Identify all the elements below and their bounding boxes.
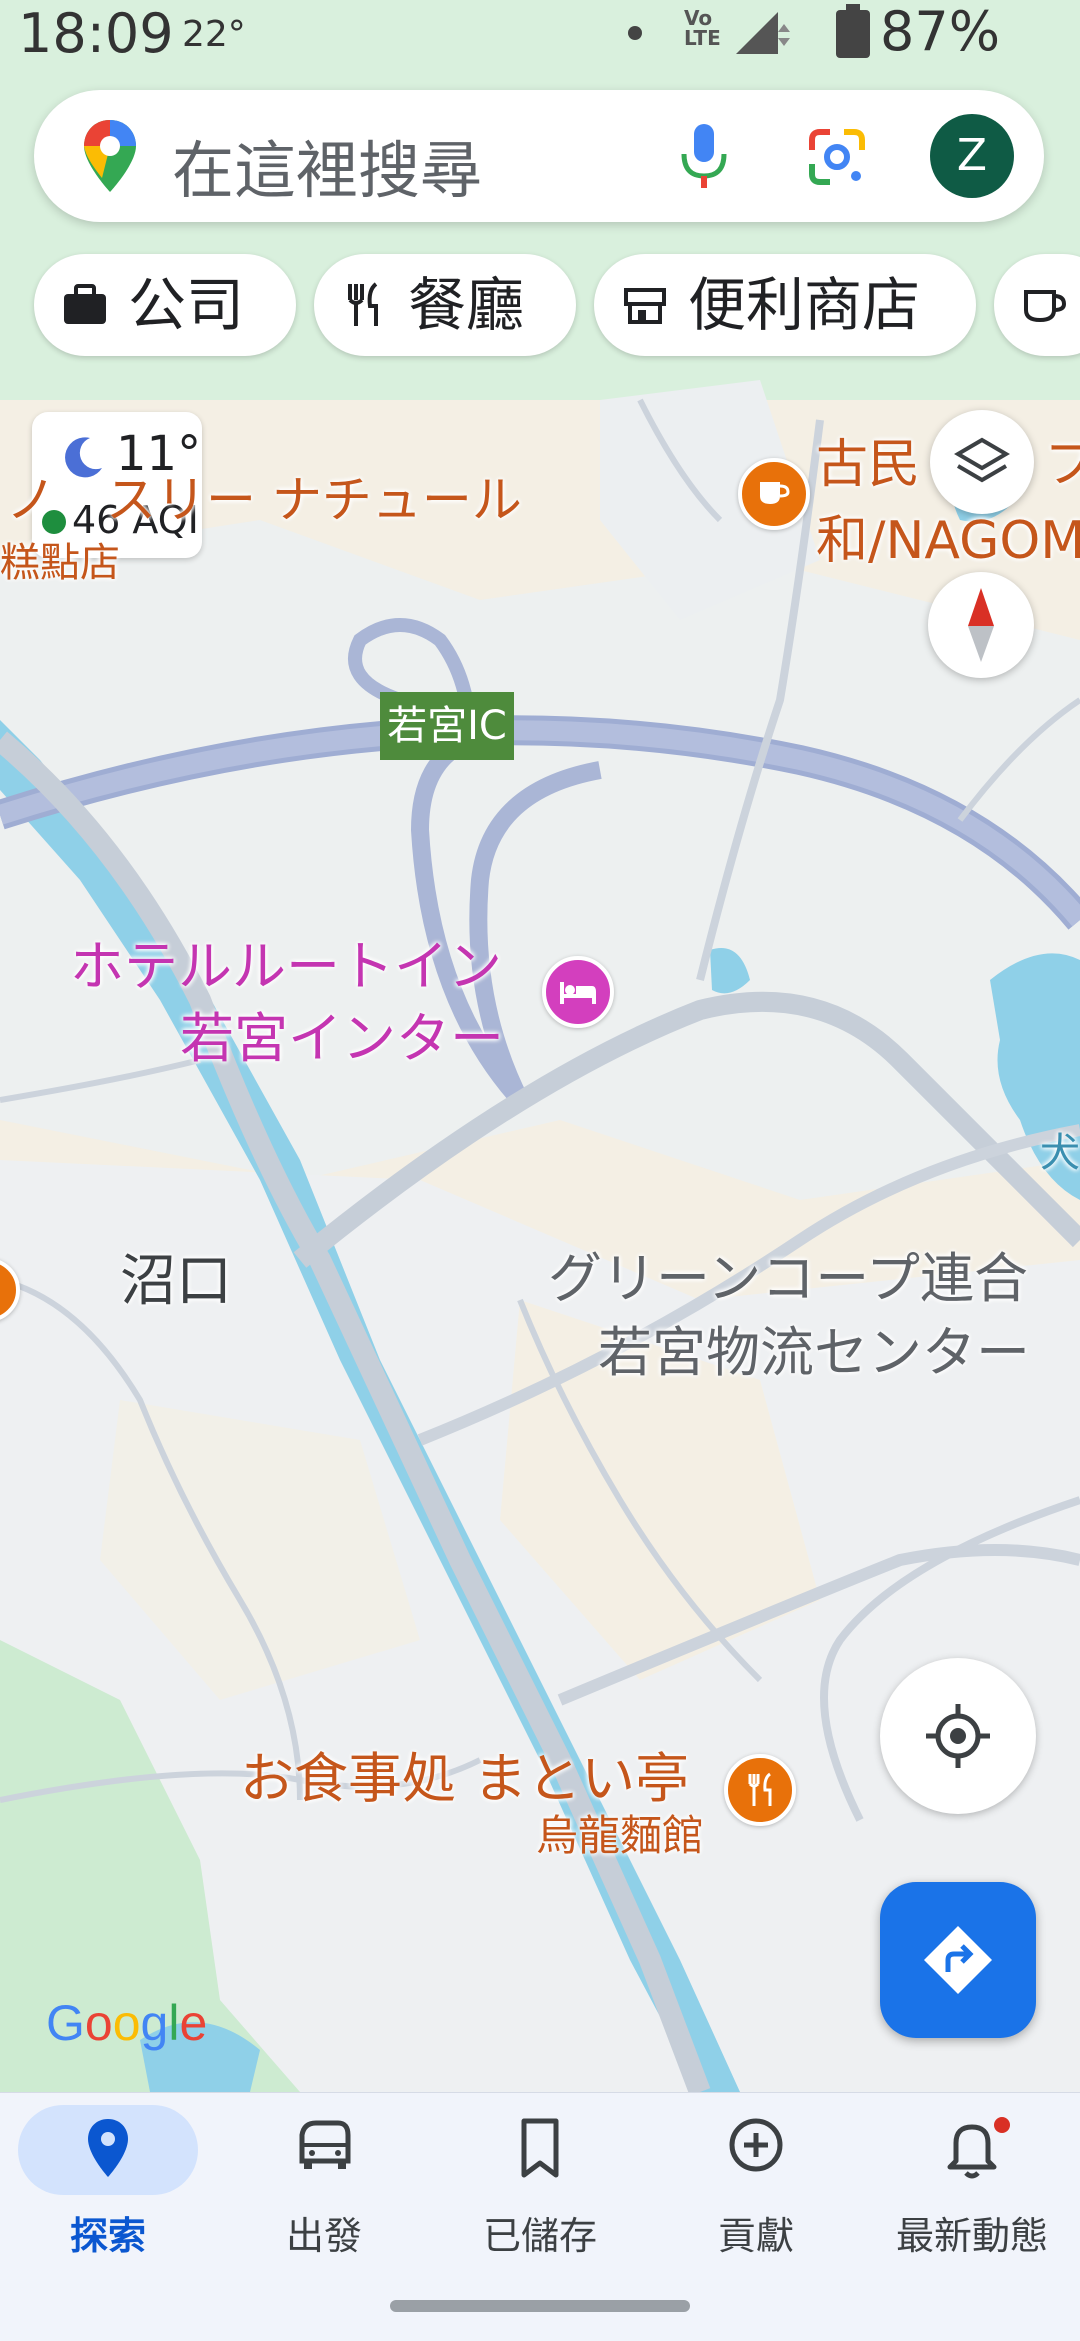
directions-button[interactable] xyxy=(880,1882,1036,2038)
nav-label: 探索 xyxy=(69,2214,146,2258)
battery-percent: 87% xyxy=(880,0,1001,63)
notification-badge xyxy=(994,2117,1010,2133)
chip-restaurants[interactable]: 餐廳 xyxy=(314,254,576,356)
notification-dot-icon xyxy=(628,26,642,40)
chip-label: 餐廳 xyxy=(408,271,525,339)
nav-contribute[interactable]: 貢獻 xyxy=(648,2093,864,2293)
chip-label: 便利商店 xyxy=(688,271,921,339)
chip-work[interactable]: 公司 xyxy=(34,254,296,356)
store-icon xyxy=(624,288,666,324)
fork-knife-icon xyxy=(748,1772,772,1806)
google-logo: Google xyxy=(46,1995,208,2051)
nav-explore[interactable]: 探索 xyxy=(0,2093,216,2293)
volte-icon: Vo LTE xyxy=(684,6,721,50)
my-location-button[interactable] xyxy=(880,1658,1036,1814)
mic-icon[interactable] xyxy=(674,122,734,190)
fork-knife-icon xyxy=(348,282,378,326)
nav-label: 已儲存 xyxy=(482,2214,597,2258)
compass-icon xyxy=(968,588,994,662)
poi-hotel-pin[interactable] xyxy=(542,956,614,1028)
briefcase-icon xyxy=(64,284,106,324)
nav-saved[interactable]: 已儲存 xyxy=(432,2093,648,2293)
map-label-cafe-partial[interactable]: ノ スリー ナチュール xyxy=(6,460,522,532)
directions-icon xyxy=(924,1926,992,1994)
bookmark-icon xyxy=(521,2118,559,2178)
nav-go[interactable]: 出發 xyxy=(216,2093,432,2293)
interchange-label[interactable]: 若宮IC xyxy=(380,692,514,760)
map-label-kominka[interactable]: 古民 xyxy=(816,422,920,497)
coffee-icon xyxy=(1024,290,1067,323)
poi-cafe-pin[interactable] xyxy=(738,458,810,530)
nav-label: 出發 xyxy=(285,2214,362,2258)
poi-restaurant-pin[interactable] xyxy=(724,1754,796,1826)
battery-icon xyxy=(836,4,870,58)
map-label-kominka-suffix[interactable]: フ xyxy=(1044,422,1080,497)
chip-convenience-store[interactable]: 便利商店 xyxy=(594,254,976,356)
car-icon xyxy=(299,2120,351,2169)
coffee-icon xyxy=(760,482,790,504)
avatar[interactable]: Z xyxy=(930,114,1014,198)
map-label-hotel-line2[interactable]: 若宮インター xyxy=(180,994,504,1073)
layers-icon xyxy=(954,437,1010,483)
map-label-hotel-line1[interactable]: ホテルルートイン xyxy=(70,922,502,1001)
map-label-nagomi[interactable]: 和/NAGOM xyxy=(816,498,1080,573)
map-label-coop-line1[interactable]: グリーンコープ連合 xyxy=(548,1234,1028,1313)
search-input[interactable]: 在這裡搜尋 xyxy=(172,120,482,210)
map-label-water-partial: 犬 xyxy=(1040,1130,1080,1176)
status-bar: 18:09 22° Vo LTE 87% xyxy=(0,0,1080,70)
map-label-restaurant-zh[interactable]: 烏龍麵館 xyxy=(536,1802,704,1863)
signal-icon xyxy=(736,12,790,54)
location-pin-icon xyxy=(88,2119,128,2177)
add-circle-icon xyxy=(729,2118,783,2172)
chip-label: 公司 xyxy=(128,271,245,339)
bell-icon xyxy=(947,2124,997,2179)
google-lens-icon[interactable] xyxy=(804,124,870,190)
nav-updates[interactable]: 最新動態 xyxy=(864,2093,1080,2293)
bed-icon xyxy=(560,982,596,1004)
nav-label: 最新動態 xyxy=(895,2214,1048,2258)
search-bar[interactable]: 在這裡搜尋 Z xyxy=(34,90,1044,222)
google-maps-pin-icon xyxy=(84,120,136,192)
map-label-coop-line2[interactable]: 若宮物流センター xyxy=(598,1308,1030,1387)
map-label-bakery-partial[interactable]: 糕點店 xyxy=(0,530,120,588)
map-label-numaguchi[interactable]: 沼口 xyxy=(120,1236,232,1317)
status-time: 18:09 xyxy=(18,2,174,65)
compass-button[interactable] xyxy=(928,572,1034,678)
crosshair-icon xyxy=(926,1704,990,1768)
status-temperature: 22° xyxy=(182,14,246,55)
home-indicator[interactable] xyxy=(390,2300,690,2312)
nav-label: 貢獻 xyxy=(717,2214,794,2258)
